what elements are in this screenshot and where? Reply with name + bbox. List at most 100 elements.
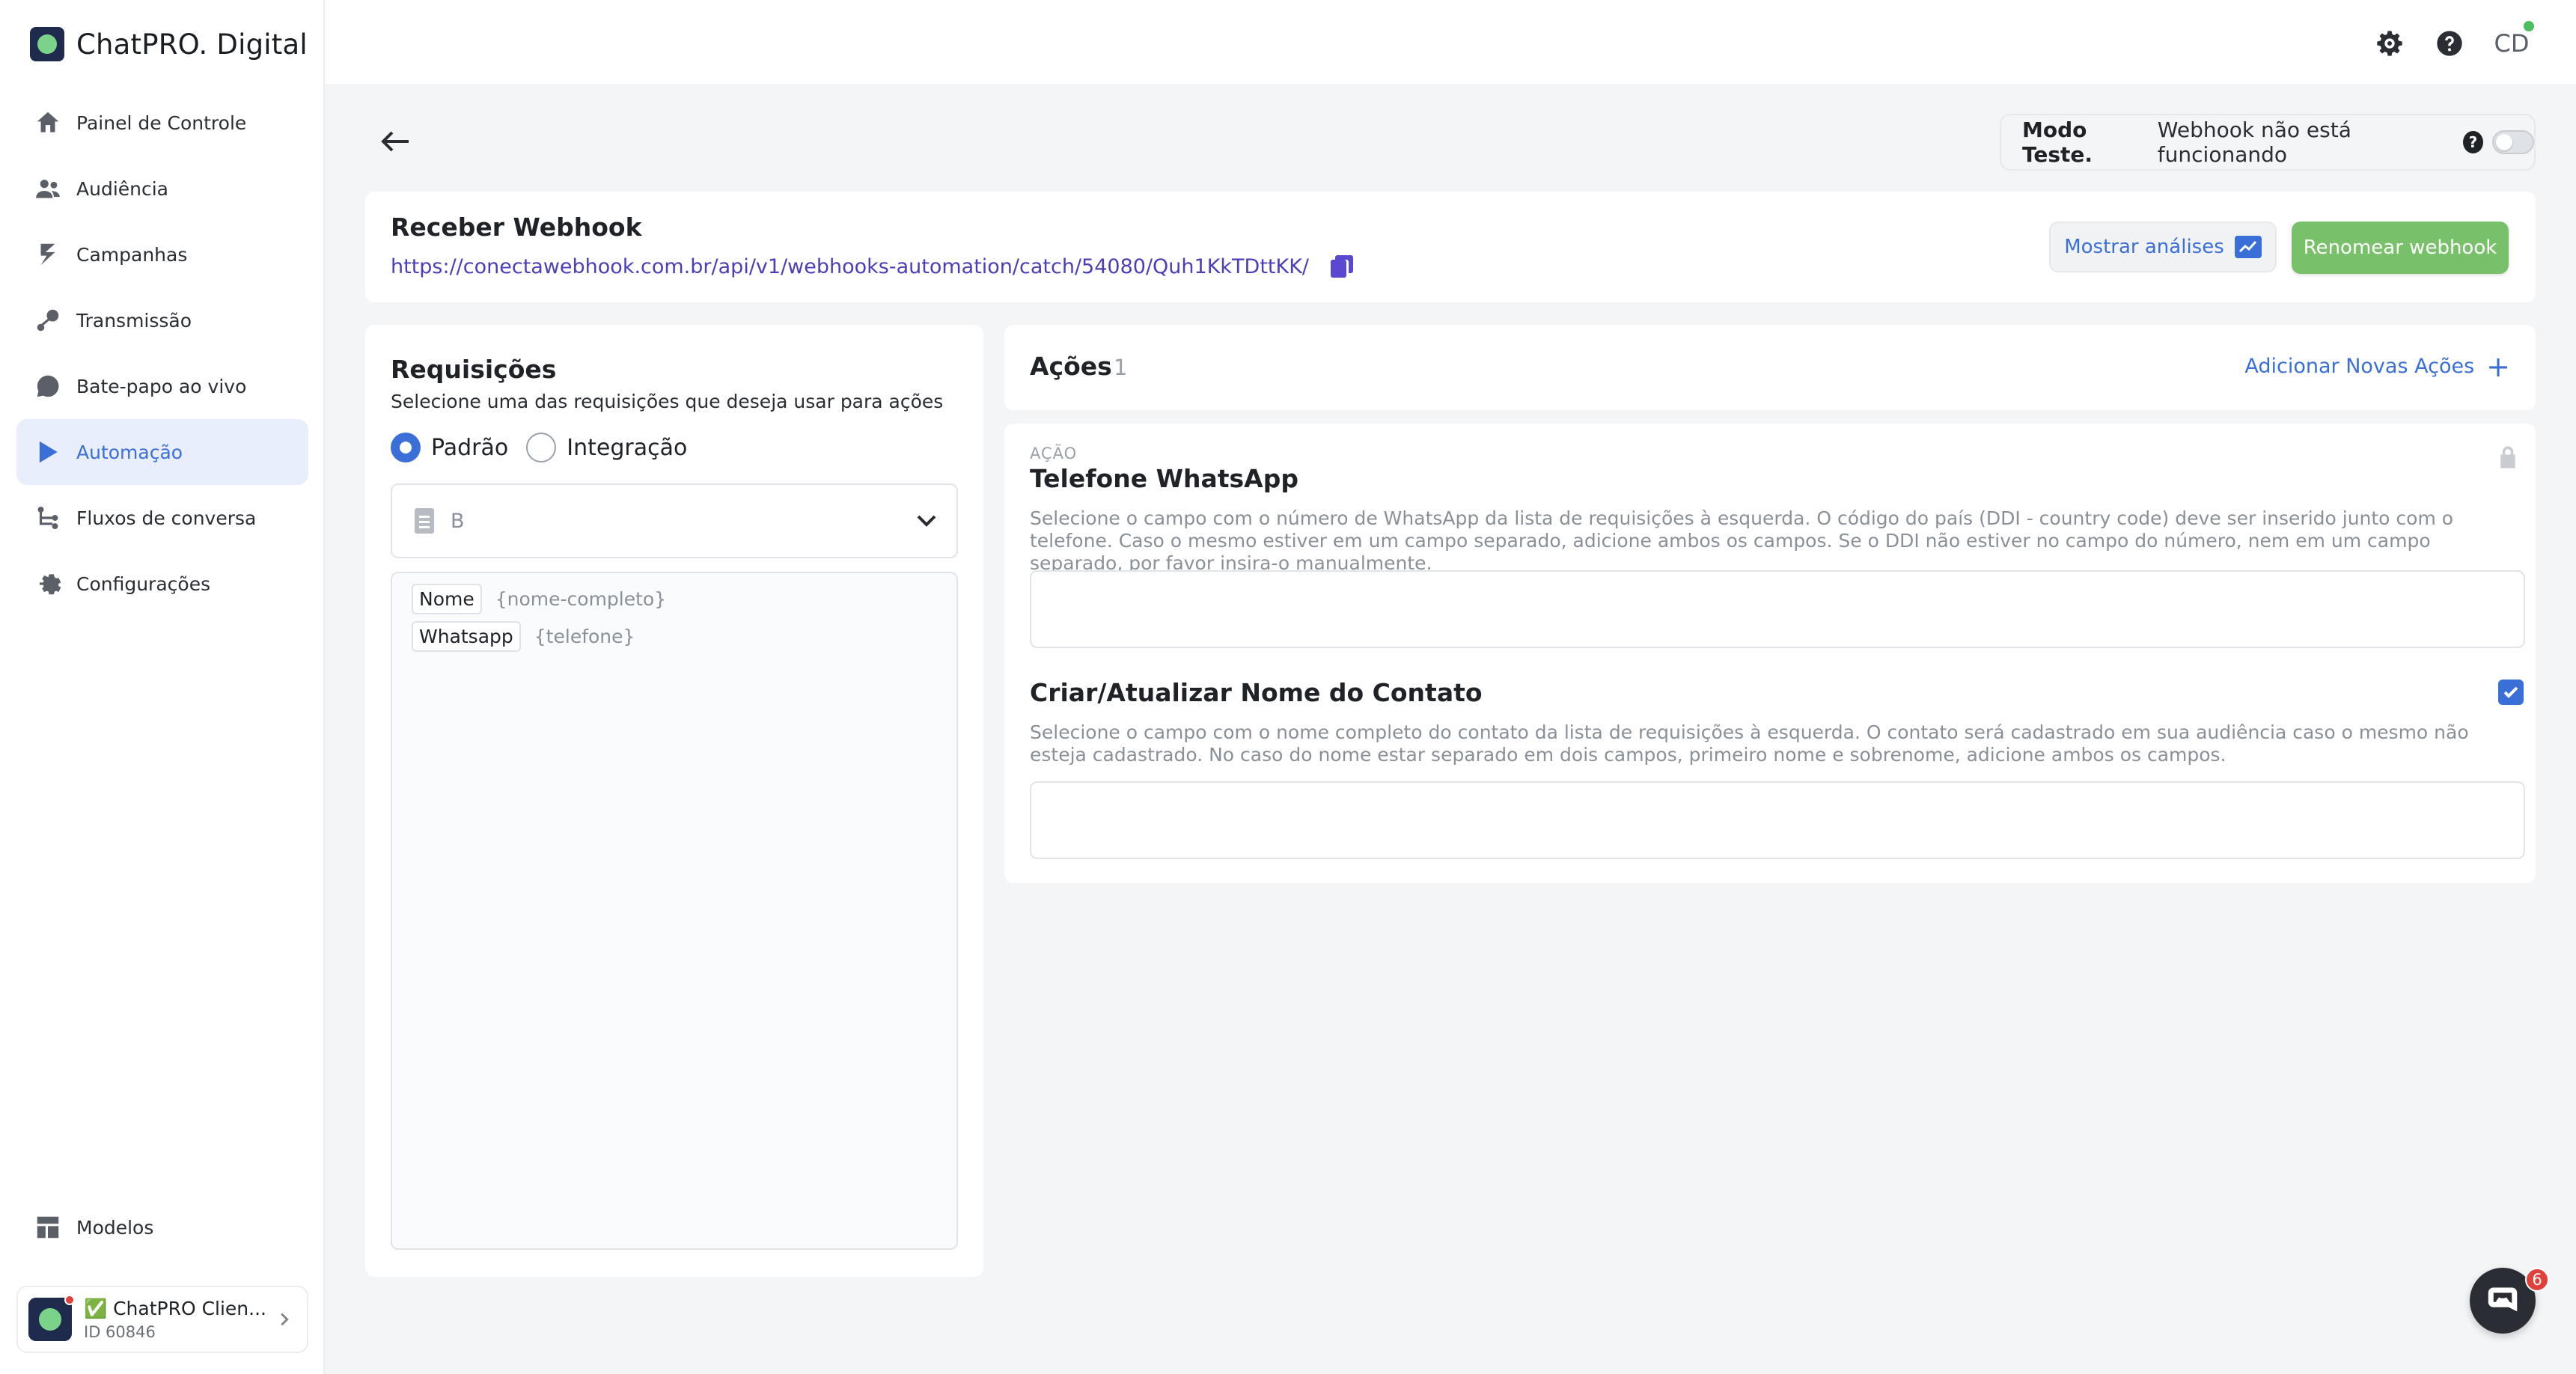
radio-label: Padrão xyxy=(431,434,509,461)
sidebar-item-label: Bate-papo ao vivo xyxy=(76,375,247,397)
radio-padrao[interactable]: Padrão xyxy=(391,433,508,462)
sidebar-item-label: Transmissão xyxy=(76,309,192,332)
document-icon xyxy=(415,508,434,534)
sidebar-item-painel[interactable]: Painel de Controle xyxy=(16,90,308,156)
field-key: Nome xyxy=(412,584,482,614)
plus-icon: + xyxy=(2486,349,2510,383)
chat-unread-badge: 6 xyxy=(2525,1268,2549,1292)
notification-dot xyxy=(64,1295,75,1305)
request-type-radios: Padrão Integração xyxy=(391,433,687,462)
sidebar-item-label: Painel de Controle xyxy=(76,112,247,134)
brand[interactable]: ChatPRO. Digital xyxy=(30,27,308,61)
flow-icon xyxy=(33,503,63,533)
phone-field-dropzone[interactable] xyxy=(1030,570,2525,648)
radio-circle xyxy=(526,433,557,462)
sidebar: ChatPRO. Digital Painel de Controle Audi… xyxy=(0,0,325,1374)
webhook-card: Receber Webhook https://conectawebhook.c… xyxy=(365,192,2536,302)
account-id: ID 60846 xyxy=(84,1323,156,1341)
play-icon xyxy=(33,437,63,467)
radio-label: Integração xyxy=(567,434,688,461)
show-analytics-label: Mostrar análises xyxy=(2064,236,2224,258)
actions-header: Ações 1 Adicionar Novas Ações + xyxy=(1004,325,2536,410)
sidebar-item-bate-papo[interactable]: Bate-papo ao vivo xyxy=(16,353,308,419)
bolt-icon xyxy=(33,239,63,269)
help-circle-icon[interactable]: ? xyxy=(2462,131,2483,153)
sidebar-item-label: Campanhas xyxy=(76,243,188,266)
sidebar-item-campanhas[interactable]: Campanhas xyxy=(16,222,308,287)
sidebar-item-transmissao[interactable]: Transmissão xyxy=(16,287,308,353)
sidebar-item-configuracoes[interactable]: Configurações xyxy=(16,551,308,617)
user-avatar[interactable]: CD xyxy=(2489,21,2534,66)
broadcast-icon xyxy=(33,305,63,335)
settings-gear-icon[interactable] xyxy=(2369,23,2410,64)
webhook-title: Receber Webhook xyxy=(391,213,642,242)
avatar-initials: CD xyxy=(2494,29,2530,58)
arrow-left-icon xyxy=(381,131,409,152)
webhook-url[interactable]: https://conectawebhook.com.br/api/v1/web… xyxy=(391,255,1309,278)
action-card: AÇÃO Telefone WhatsApp Selecione o campo… xyxy=(1004,424,2536,883)
contact-name-checkbox[interactable] xyxy=(2498,680,2524,705)
gear-icon xyxy=(33,569,63,599)
requests-subtitle: Selecione uma das requisições que deseja… xyxy=(391,391,944,412)
sidebar-item-label: Configurações xyxy=(76,572,211,595)
brand-logo-icon xyxy=(30,27,64,61)
chevron-down-icon xyxy=(912,506,941,536)
radio-integracao[interactable]: Integração xyxy=(526,433,687,462)
phone-whatsapp-title: Telefone WhatsApp xyxy=(1030,464,1298,493)
sidebar-item-automacao[interactable]: Automação xyxy=(16,419,308,485)
phone-whatsapp-description: Selecione o campo com o número de WhatsA… xyxy=(1030,507,2454,574)
add-actions-label: Adicionar Novas Ações xyxy=(2244,355,2475,378)
sidebar-bottom: Modelos xyxy=(16,1194,308,1260)
radio-circle xyxy=(391,433,421,462)
brand-name: ChatPRO. Digital xyxy=(76,28,308,61)
home-icon xyxy=(33,108,63,138)
check-icon xyxy=(2503,686,2518,698)
chat-bubble-icon xyxy=(33,371,63,401)
add-new-actions-button[interactable]: Adicionar Novas Ações + xyxy=(2244,349,2510,383)
account-info: ✅ ChatPRO Clien... ID 60846 xyxy=(84,1298,269,1341)
sidebar-item-label: Audiência xyxy=(76,177,168,200)
topbar: CD xyxy=(325,0,2576,84)
sidebar-item-audiencia[interactable]: Audiência xyxy=(16,156,308,222)
field-value: {telefone} xyxy=(534,626,635,647)
account-switcher[interactable]: ✅ ChatPRO Clien... ID 60846 xyxy=(16,1286,308,1353)
request-select[interactable]: B xyxy=(391,483,958,558)
sidebar-nav: Painel de Controle Audiência Campanhas T… xyxy=(16,90,308,617)
sidebar-item-label: Automação xyxy=(76,441,183,463)
field-key: Whatsapp xyxy=(412,621,521,652)
avatar xyxy=(28,1295,75,1341)
account-name: ✅ ChatPRO Clien... xyxy=(84,1298,266,1319)
request-select-value: B xyxy=(451,509,465,533)
list-item[interactable]: Whatsapp {telefone} xyxy=(412,621,635,652)
test-mode-panel: Modo Teste. Webhook não está funcionando… xyxy=(2000,114,2536,171)
lock-icon xyxy=(2497,445,2519,470)
rename-webhook-button[interactable]: Renomear webhook xyxy=(2292,222,2509,274)
requests-title: Requisições xyxy=(391,355,557,384)
field-value: {nome-completo} xyxy=(495,588,667,610)
show-analytics-button[interactable]: Mostrar análises xyxy=(2049,222,2277,272)
actions-title: Ações xyxy=(1030,352,1112,381)
requests-card: Requisições Selecione uma das requisiçõe… xyxy=(365,325,983,1277)
contact-name-dropzone[interactable] xyxy=(1030,781,2525,859)
sidebar-item-fluxos[interactable]: Fluxos de conversa xyxy=(16,485,308,551)
sidebar-item-modelos[interactable]: Modelos xyxy=(16,1194,308,1260)
list-item[interactable]: Nome {nome-completo} xyxy=(412,584,666,614)
contact-name-description: Selecione o campo com o nome completo do… xyxy=(1030,721,2469,766)
test-mode-label: Modo Teste. xyxy=(2022,117,2093,167)
contact-name-title: Criar/Atualizar Nome do Contato xyxy=(1030,678,1483,707)
copy-icon[interactable] xyxy=(1328,253,1355,280)
chat-icon xyxy=(2488,1287,2518,1312)
topbar-actions: CD xyxy=(2369,21,2534,66)
help-icon[interactable] xyxy=(2429,23,2470,64)
sidebar-item-label: Fluxos de conversa xyxy=(76,507,257,529)
users-icon xyxy=(33,174,63,204)
actions-count: 1 xyxy=(1114,355,1128,380)
back-button[interactable] xyxy=(374,123,416,160)
sidebar-item-label: Modelos xyxy=(76,1216,154,1239)
analytics-chart-icon xyxy=(2234,236,2262,258)
online-status-dot xyxy=(2524,21,2534,31)
webhook-url-row: https://conectawebhook.com.br/api/v1/web… xyxy=(391,253,1355,280)
test-mode-toggle[interactable] xyxy=(2491,130,2534,154)
toggle-knob xyxy=(2495,134,2512,150)
templates-icon xyxy=(33,1212,63,1242)
